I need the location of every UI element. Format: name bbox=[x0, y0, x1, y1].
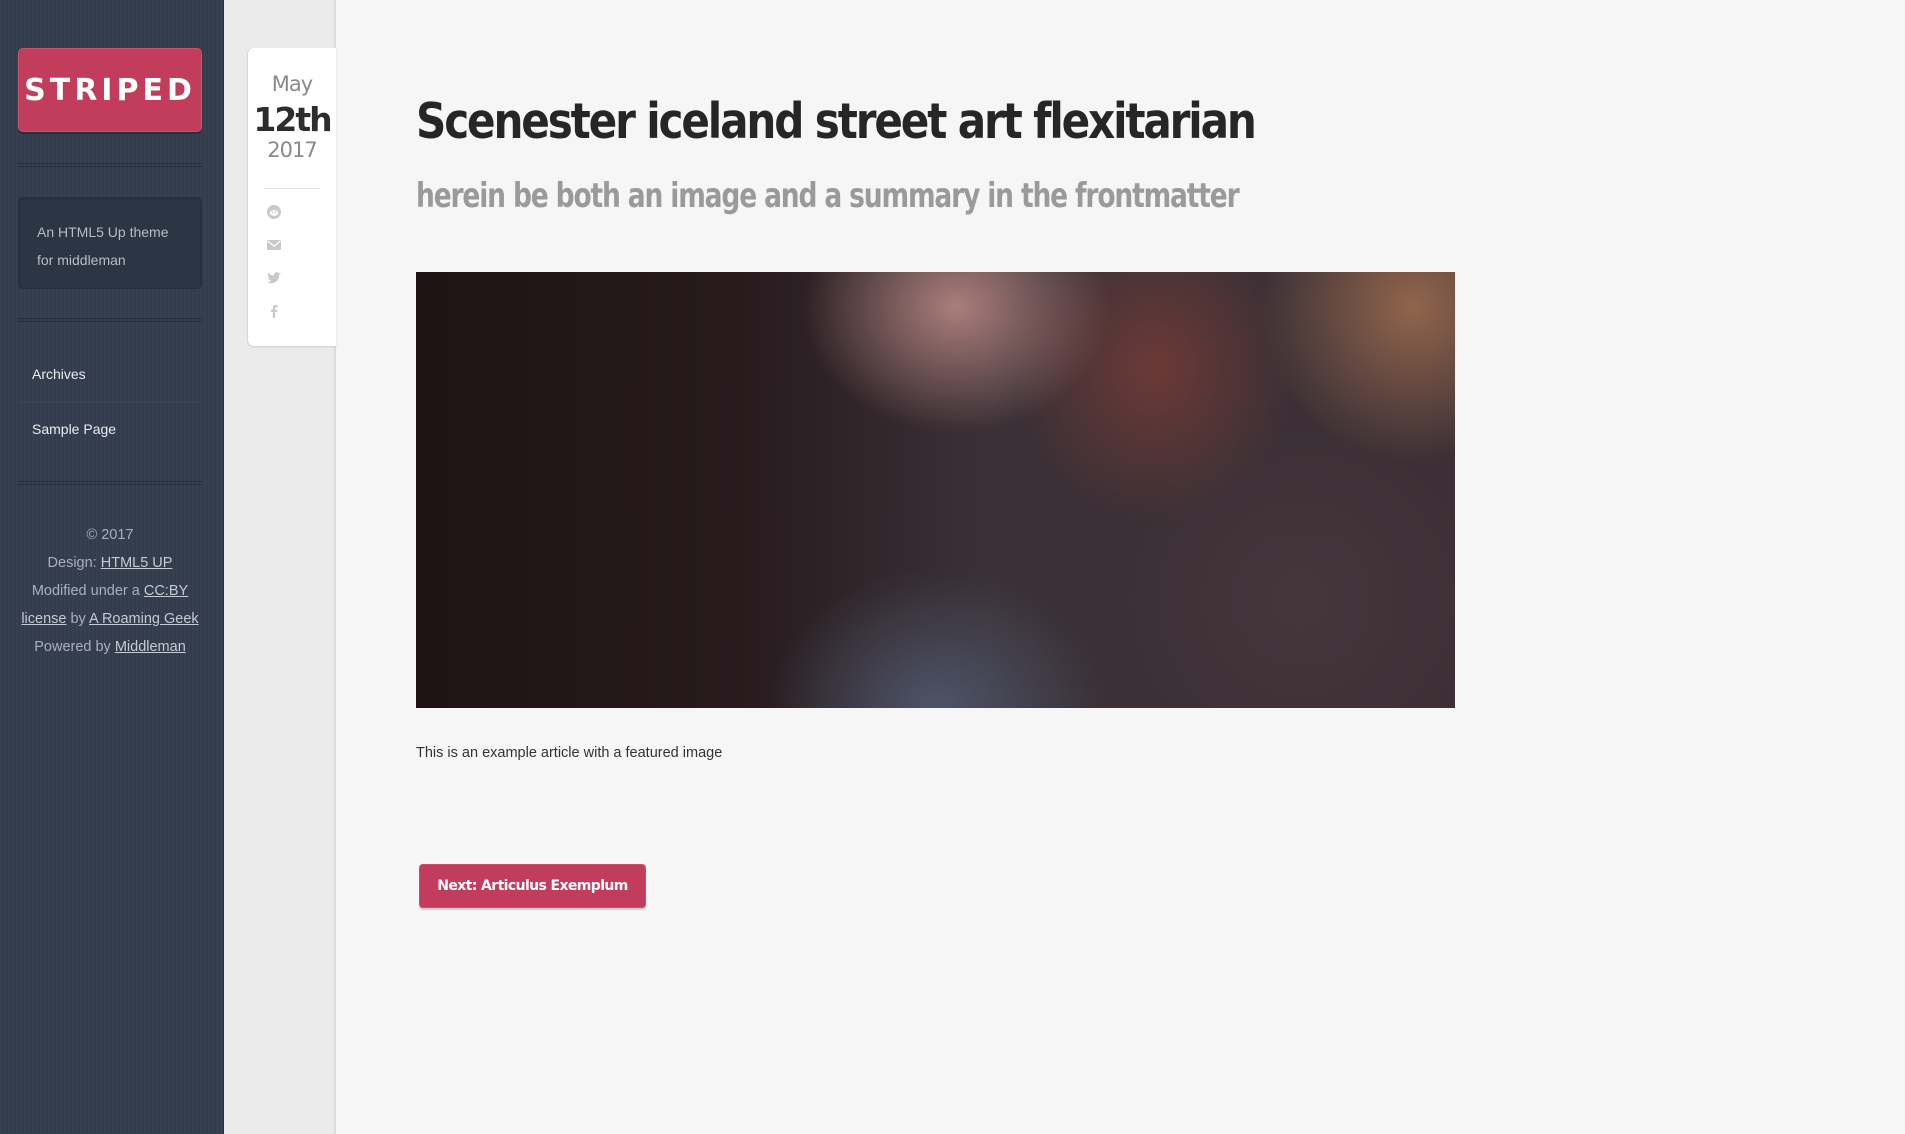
date-divider bbox=[264, 188, 320, 189]
post-date-card: May 12th 2017 bbox=[248, 48, 336, 346]
sidebar-footer: © 2017 Design: HTML5 UP Modified under a… bbox=[18, 521, 202, 661]
reddit-icon[interactable] bbox=[266, 204, 282, 220]
post-subtitle: herein be both an image and a summary in… bbox=[416, 176, 1240, 216]
site-description: An HTML5 Up theme for middleman bbox=[18, 197, 202, 289]
post-title: Scenester iceland street art flexitarian bbox=[416, 93, 1257, 150]
main-content: Scenester iceland street art flexitarian… bbox=[336, 0, 1905, 1134]
design-credit: Design: HTML5 UP bbox=[18, 549, 202, 577]
post-date-day: 12th bbox=[253, 100, 332, 139]
site-logo[interactable]: STRIPED bbox=[18, 48, 202, 132]
powered-credit: Powered by Middleman bbox=[18, 633, 202, 661]
license-link[interactable]: license bbox=[21, 611, 66, 627]
next-post-button[interactable]: Next: Articulus Exemplum bbox=[419, 864, 646, 908]
ccby-link[interactable]: CC:BY bbox=[144, 583, 188, 599]
twitter-icon[interactable] bbox=[266, 270, 282, 286]
by-text: by bbox=[66, 611, 90, 627]
middleman-link[interactable]: Middleman bbox=[115, 639, 186, 655]
post-date-year: 2017 bbox=[267, 138, 317, 162]
nav-link-sample-page[interactable]: Sample Page bbox=[32, 421, 116, 437]
email-icon[interactable] bbox=[266, 237, 282, 253]
license-credit-label: Modified under a bbox=[31, 583, 144, 599]
design-credit-label: Design: bbox=[47, 555, 101, 571]
facebook-icon[interactable] bbox=[266, 303, 282, 319]
nav-link-archives[interactable]: Archives bbox=[32, 366, 86, 382]
featured-image bbox=[416, 272, 1455, 708]
powered-label: Powered by bbox=[34, 639, 115, 655]
copyright: © 2017 bbox=[86, 527, 134, 543]
sidebar-divider bbox=[18, 163, 202, 167]
sidebar-divider bbox=[18, 481, 202, 485]
author-credit: license by A Roaming Geek bbox=[18, 605, 202, 633]
html5up-link[interactable]: HTML5 UP bbox=[101, 555, 173, 571]
post-excerpt: This is an example article with a featur… bbox=[416, 745, 723, 761]
author-link[interactable]: A Roaming Geek bbox=[89, 611, 199, 627]
sidebar: STRIPED An HTML5 Up theme for middleman … bbox=[0, 0, 224, 1134]
sidebar-divider bbox=[18, 318, 202, 322]
nav-separator bbox=[18, 402, 202, 403]
post-date-month: May bbox=[271, 72, 313, 96]
license-credit: Modified under a CC:BY bbox=[18, 577, 202, 605]
